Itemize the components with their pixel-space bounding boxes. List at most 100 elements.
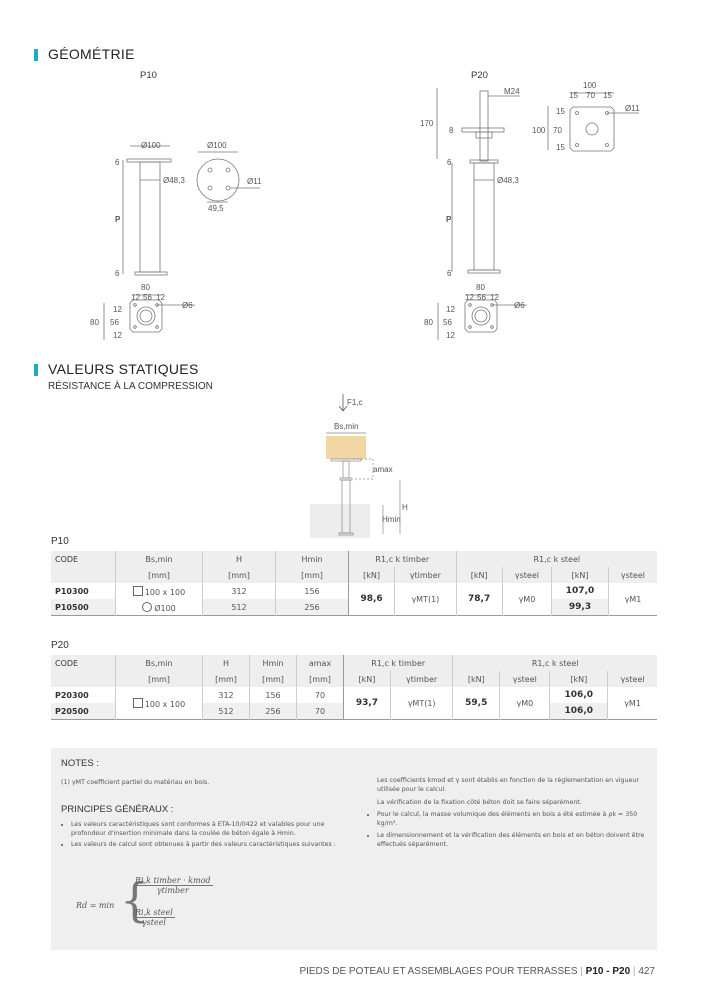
unit: γsteel [607,671,657,687]
footer: PIEDS DE POTEAU ET ASSEMBLAGES POUR TERR… [299,966,655,977]
cell-timber-kn: 98,6 [347,583,395,616]
footer-title: PIEDS DE POTEAU ET ASSEMBLAGES POUR TERR… [299,966,578,977]
static-title: VALEURS STATIQUES [48,361,199,377]
p20-dim: Ø48,3 [497,176,519,185]
p20-dim: 170 [420,119,434,128]
table-p20: CODE Bs,min H Hmin amax R1,c k timber R1… [51,655,657,720]
unit: [mm] [249,671,297,687]
unit: γtimber [394,567,457,583]
p10-dim: 12 [113,305,122,314]
p20-dim: 15 [556,107,565,116]
cell-h: 312 [202,583,276,599]
col-h: H [202,655,250,671]
formula-den2: γsteel [141,918,166,927]
force-label: F1,c [347,398,363,407]
cell-hmin: 256 [275,599,349,616]
principles-title: PRINCIPES GÉNÉRAUX : [61,804,174,815]
unit: [mm] [202,567,276,583]
cell-h: 512 [202,703,250,720]
col-bs: Bs,min [115,551,203,567]
p10-dim: P [115,215,121,224]
p10-dim: Ø11 [247,177,262,186]
unit: [kN] [347,567,395,583]
h-label: H [402,503,408,512]
right-list: Pour le calcul, la masse volumique des é… [367,810,657,849]
cell-steel-gamma: γM0 [499,687,550,720]
p20-dim: 15 [556,143,565,152]
notes-box: NOTES : (1) γMT coefficient partiel du m… [51,748,657,950]
footer-product: P10 - P20 [585,966,631,977]
unit: [mm] [115,567,203,583]
unit: [kN] [551,567,609,583]
cell-code: P10500 [51,599,116,616]
p10-dim: 56 [143,293,152,302]
p10-dim: 12 [131,293,140,302]
p10-dim: 12 [113,331,122,340]
col-amax: amax [296,655,344,671]
col-steel: R1,c k steel [455,551,657,567]
cell-timber-gamma: γMT(1) [389,687,453,720]
cell-bs: Ø100 [154,603,176,613]
unit: [mm] [202,671,250,687]
unit: [kN] [549,671,608,687]
col-timber: R1,c k timber [348,551,457,567]
formula-num1: Ri,k timber · kmod [133,876,213,886]
unit: [mm] [296,671,344,687]
unit: [kN] [343,671,391,687]
cell-hmin: 156 [249,687,297,703]
p20-dim: 15 [603,91,612,100]
col-steel: R1,c k steel [452,655,657,671]
cell-steel-gamma: γM0 [501,583,552,616]
p10-dim: Ø48,3 [163,176,185,185]
p20-dim: 8 [449,126,454,135]
p20-dim: M24 [504,87,520,96]
cell-timber-kn: 93,7 [343,687,391,720]
table-p10: CODE Bs,min H Hmin R1,c k timber R1,c k … [51,551,657,616]
col-timber: R1,c k timber [342,655,453,671]
p10-dim: Ø6 [182,301,193,310]
p10-dim: Ø100 [141,141,161,150]
right-paragraph: Les coefficients kmod et γ sont établis … [377,777,639,793]
p10-dim: 12 [156,293,165,302]
p20-dim: 12 [490,293,499,302]
cell-code: P20300 [55,690,89,700]
table-p20-title: P20 [51,640,69,651]
right-paragraph: La vérification de la fixation côté béto… [377,799,582,806]
cell-code: P10300 [55,586,89,596]
p20-dim: 12 [446,331,455,340]
cell-hmin: 156 [275,583,349,599]
cell-bs: 100 x 100 [144,587,186,597]
p20-dim: 100 [583,81,597,90]
p10-label: P10 [140,70,157,81]
p10-dim: 80 [90,318,99,327]
p20-dim: 12 [446,305,455,314]
p20-dim: 100 [532,126,546,135]
unit: [kN] [452,671,500,687]
cell-steel-gamma2: γM1 [607,687,657,720]
p10-dim: 49,5 [208,204,224,213]
principles-list: Les valeurs caractéristiques sont confor… [51,820,361,849]
p20-dim: 80 [476,283,485,292]
amax-label: amax [373,465,393,474]
p10-dim: Ø100 [207,141,227,150]
unit: [mm] [275,567,349,583]
right-item: Pour le calcul, la masse volumique des é… [377,810,657,828]
p10-dim: 56 [110,318,119,327]
col-hmin: Hmin [275,551,349,567]
load-diagram: F1,c Bs,min amax H Hmin [310,394,408,538]
p20-dim: 80 [424,318,433,327]
bs-label: Bs,min [334,422,358,431]
unit: γsteel [501,567,552,583]
unit: [mm] [115,671,203,687]
col-bs: Bs,min [115,655,203,671]
unit: γtimber [389,671,453,687]
col-code: CODE [51,655,116,687]
cell-h: 512 [202,599,276,616]
p20-dim: Ø6 [514,301,525,310]
cell-bs: 100 x 100 [144,699,186,709]
p10-dim: 6 [115,158,120,167]
cell-steel-kn: 59,5 [452,687,500,720]
p20-dim: 70 [553,126,562,135]
circle-icon [142,601,153,612]
cell-amax: 70 [296,687,344,703]
